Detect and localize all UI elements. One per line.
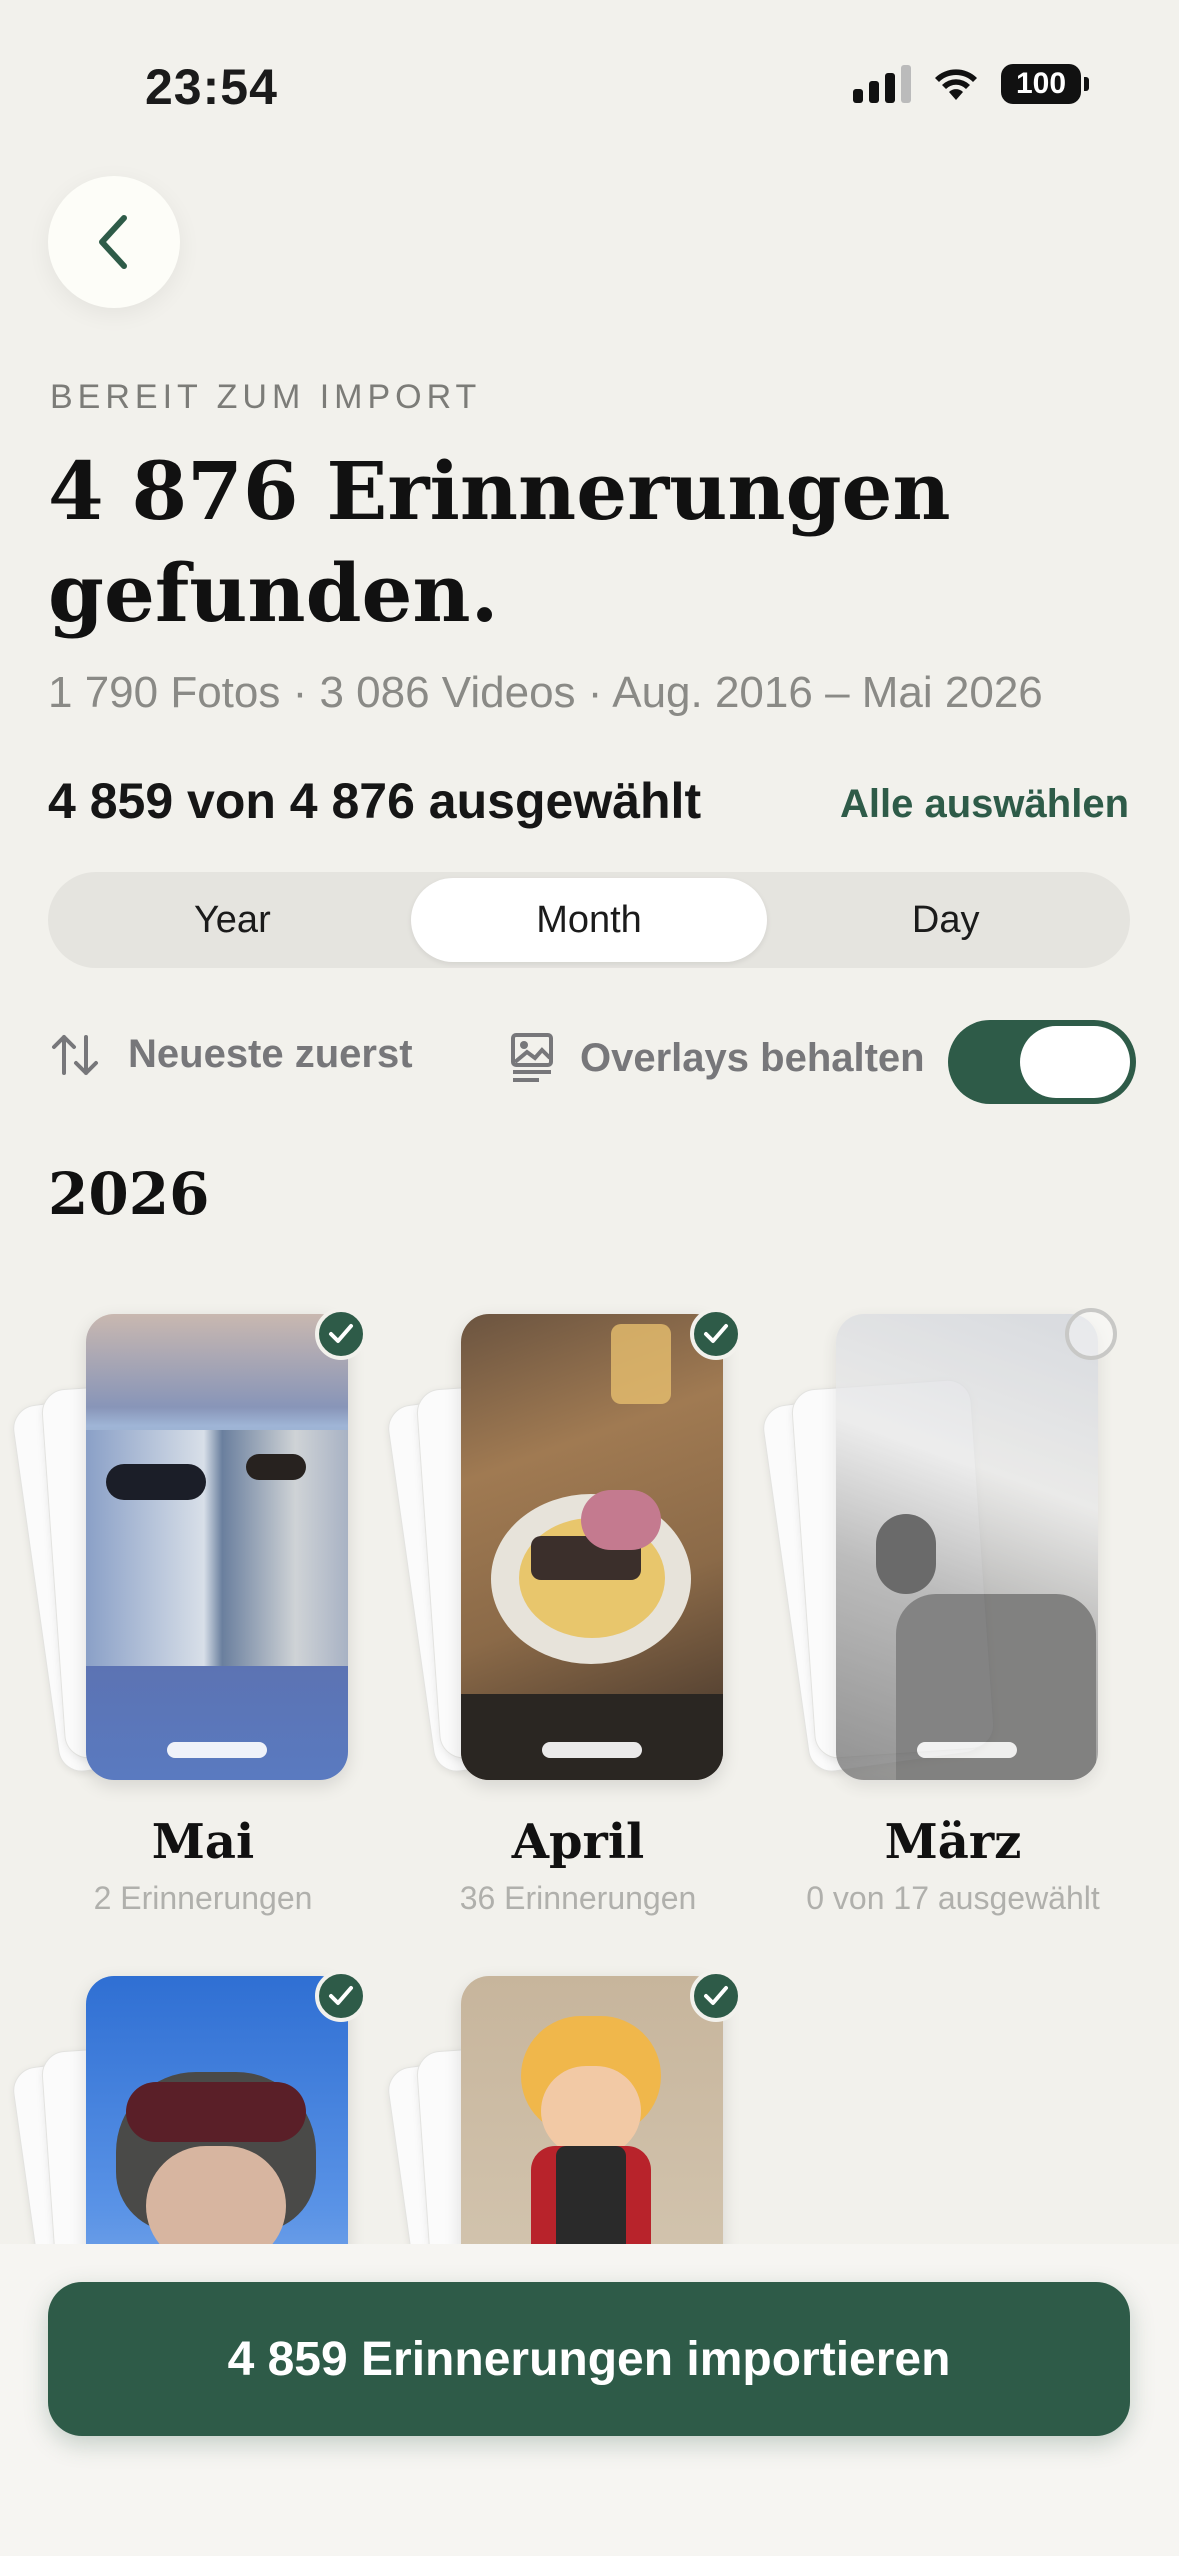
overlay-option: Overlays behalten [510, 1032, 925, 1084]
month-subtitle: 0 von 17 ausgewählt [806, 1880, 1100, 1916]
checkmark-icon [329, 1324, 353, 1343]
wifi-icon [935, 69, 977, 100]
month-title: Mai [151, 1814, 255, 1870]
photo-overlay-icon [511, 1033, 553, 1082]
battery-icon: 100 [1001, 64, 1089, 104]
import-button[interactable]: 4 859 Erinnerungen importieren [48, 2282, 1130, 2436]
unselected-circle[interactable] [1065, 1308, 1117, 1360]
month-subtitle: 36 Erinnerungen [459, 1880, 697, 1916]
selected-count: 4 859 von 4 876 ausgewählt [48, 773, 702, 829]
summary-subline: 1 790 Fotos · 3 086 Videos · Aug. 2016 –… [48, 668, 1043, 717]
overlay-label: Overlays behalten [580, 1035, 925, 1080]
status-time: 23:54 [145, 59, 278, 115]
selected-check[interactable] [690, 1970, 742, 2022]
month-title: März [884, 1814, 1022, 1870]
selected-check[interactable] [315, 1970, 367, 2022]
selected-check[interactable] [315, 1308, 367, 1360]
sort-label: Neueste zuerst [128, 1032, 413, 1076]
section-eyebrow: BEREIT ZUM IMPORT [50, 378, 482, 416]
overlay-toggle[interactable] [948, 1020, 1136, 1104]
page-title: 4 876 Erinnerungen gefunden. [48, 444, 951, 640]
sort-arrows-icon [52, 1034, 98, 1075]
checkmark-icon [704, 1324, 728, 1343]
month-thumbnail [836, 1314, 1098, 1780]
segment-year[interactable]: Year [54, 878, 411, 962]
checkmark-icon [704, 1986, 728, 2005]
back-button[interactable] [48, 176, 180, 308]
status-icons: 100 [853, 64, 1089, 104]
month-thumbnail [461, 1314, 723, 1780]
month-thumbnail [86, 1314, 348, 1780]
segment-day[interactable]: Day [767, 878, 1124, 962]
sort-order-button[interactable]: Neueste zuerst [50, 1032, 413, 1077]
toggle-knob [1020, 1026, 1130, 1098]
segment-month[interactable]: Month [410, 878, 768, 962]
year-heading: 2026 [48, 1160, 210, 1228]
checkmark-icon [329, 1986, 353, 2005]
chevron-left-icon [99, 215, 127, 269]
month-subtitle: 2 Erinnerungen [93, 1880, 313, 1916]
cellular-signal-icon [853, 65, 911, 103]
grouping-segmented-control: Year Month Day [48, 872, 1130, 968]
select-all-link[interactable]: Alle auswählen [840, 782, 1129, 827]
month-title: April [511, 1814, 645, 1870]
selected-check[interactable] [690, 1308, 742, 1360]
